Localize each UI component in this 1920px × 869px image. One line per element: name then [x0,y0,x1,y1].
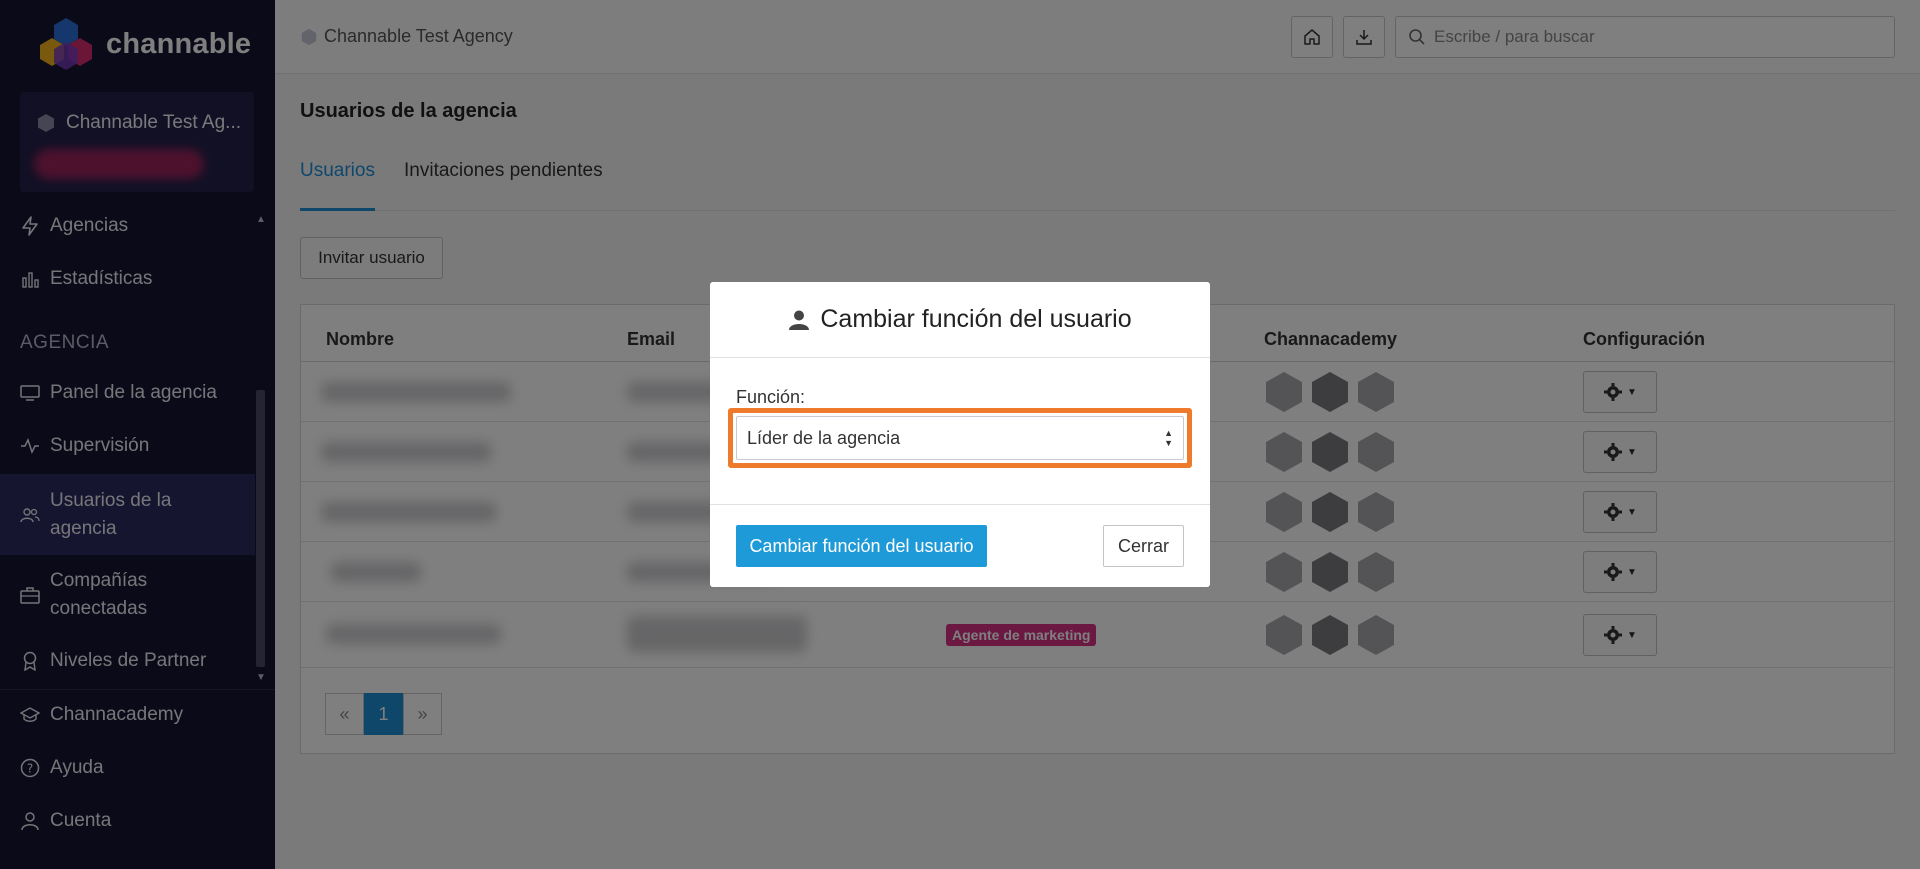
role-field-label: Función: [736,387,806,407]
user-icon [789,310,810,330]
modal-footer: Cambiar función del usuario Cerrar [710,504,1210,587]
role-select[interactable]: Líder de la agencia ▲ ▼ [736,416,1184,460]
modal-title: Cambiar función del usuario [820,305,1132,333]
role-select-value: Líder de la agencia [747,427,901,448]
modal-header: Cambiar función del usuario [710,282,1210,358]
select-arrows-icon: ▲ ▼ [1164,428,1173,448]
close-button[interactable]: Cerrar [1103,525,1184,567]
change-role-modal: Cambiar función del usuario Función: Líd… [710,282,1210,587]
change-role-submit-button[interactable]: Cambiar función del usuario [736,525,987,567]
